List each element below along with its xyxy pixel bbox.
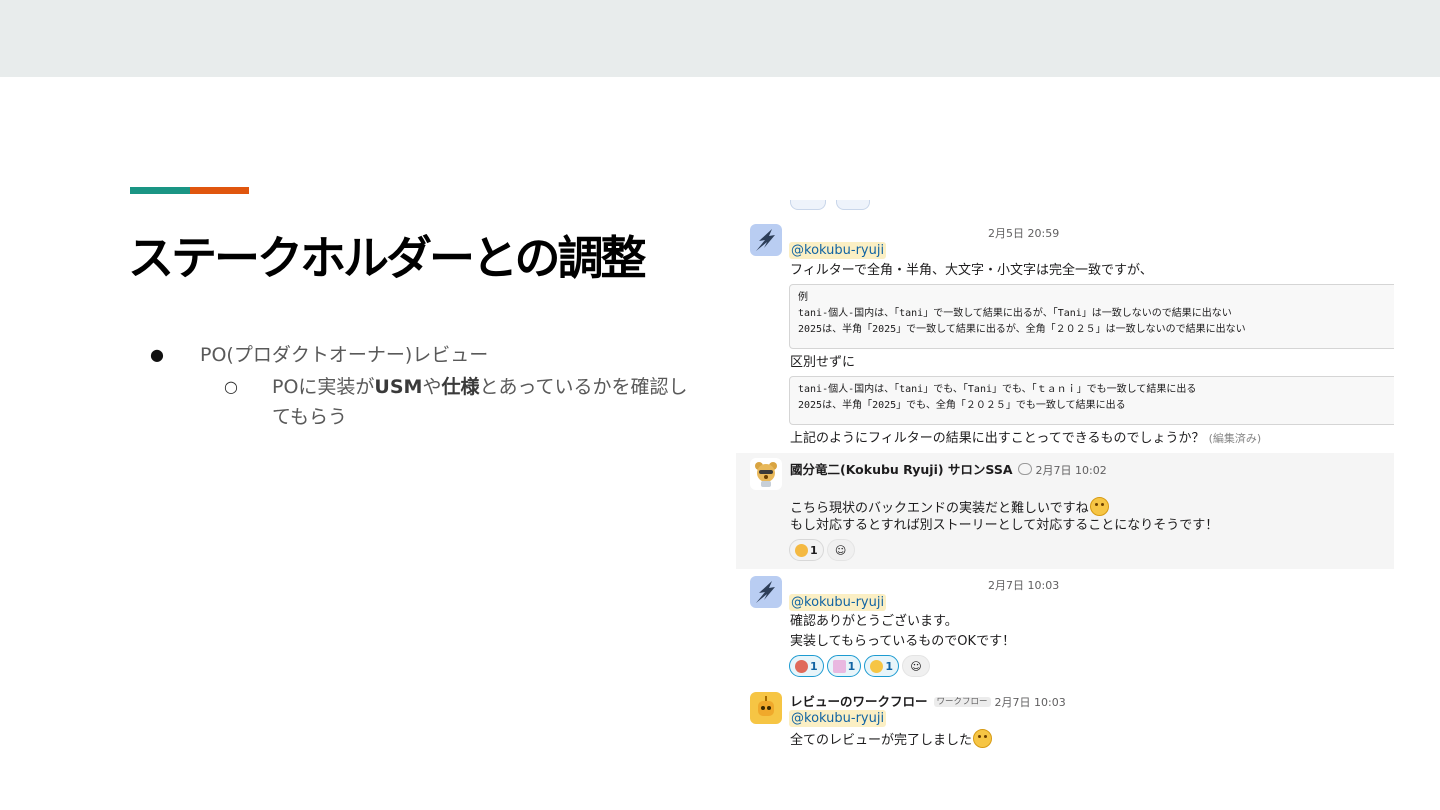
reaction-count: 1: [810, 659, 818, 673]
user-mention[interactable]: @kokubu-ryuji: [789, 242, 887, 259]
message-text: フィルターで全角・半角、大文字・小文字は完全一致ですが、: [790, 263, 1153, 278]
code-line: 2025は、半角「2025」で一致して結果に出るが、全角「２０２５」は一致しない…: [798, 324, 1246, 335]
message-text: 上記のようにフィルターの結果に出すことってできるものでしょうか？ (編集済み): [790, 430, 1261, 448]
code-block: 例 tani-個人-国内は、「tani」で一致して結果に出るが、「Tani」は一…: [789, 284, 1394, 349]
sub-bullet-text-part: POに実装が: [272, 376, 375, 398]
message-text: こちら現状のバックエンドの実装だと難しいですね: [790, 497, 1109, 518]
message-author[interactable]: 國分竜二(Kokubu Ryuji) サロンSSA 2月7日 10:02: [790, 459, 1107, 478]
message-text: 確認ありがとうございます。: [790, 614, 958, 629]
sub-bullet-text-part: や: [422, 376, 442, 398]
message-author[interactable]: レビューのワークフロー ワークフロー 2月7日 10:03: [790, 691, 1066, 710]
reaction-count: 1: [847, 659, 856, 673]
bullet-dot-icon: ●: [150, 345, 164, 364]
author-name[interactable]: 國分竜二(Kokubu Ryuji) サロンSSA: [790, 462, 1013, 477]
user-avatar[interactable]: [750, 576, 782, 608]
workflow-tag: ワークフロー: [933, 697, 991, 707]
message-text: 実装してもらっているものでOKです！: [790, 634, 1016, 649]
edited-label: (編集済み): [1208, 432, 1262, 445]
message-timestamp[interactable]: 2月7日 10:02: [1036, 464, 1107, 477]
code-line: 例: [798, 292, 808, 303]
add-reaction-button[interactable]: ☺: [901, 655, 930, 677]
code-block: tani-個人-国内は、「tani」でも、「Tani」でも、「ｔａｎｉ」でも一致…: [789, 376, 1394, 425]
message-text: 区別せずに: [790, 355, 856, 370]
reaction-bar: 1 ☺: [789, 539, 855, 561]
sub-bullet-bold-spec: 仕様: [441, 376, 480, 398]
cut-off-reaction: [790, 200, 826, 210]
title-accent-orange: [190, 187, 249, 194]
bow-emoji-icon: [795, 659, 808, 673]
code-line: tani-個人-国内は、「tani」でも、「Tani」でも、「ｔａｎｉ」でも一致…: [798, 384, 1197, 395]
title-accent-teal: [130, 187, 190, 194]
add-reaction-icon: ☺: [834, 543, 847, 557]
sweat-smile-emoji-icon: [1089, 497, 1109, 516]
message-timestamp[interactable]: 2月7日 10:03: [995, 696, 1066, 709]
add-reaction-button[interactable]: ☺: [826, 539, 855, 561]
message-timestamp[interactable]: 2月5日 20:59: [988, 225, 1059, 241]
message-text: もし対応するとすれば別ストーリーとして対応することになりそうです！: [790, 518, 1219, 533]
slide-title: ステークホルダーとの調整: [128, 231, 647, 285]
workflow-bot-avatar[interactable]: [750, 692, 782, 724]
message-text-part: こちら現状のバックエンドの実装だと難しいですね: [790, 501, 1089, 516]
user-mention[interactable]: @kokubu-ryuji: [789, 594, 887, 611]
relieved-emoji-icon: [973, 729, 993, 748]
smile-emoji-icon: [870, 659, 884, 673]
top-header-band: [0, 0, 1440, 77]
add-reaction-icon: ☺: [910, 659, 922, 673]
point-left-emoji-icon: [795, 543, 808, 557]
user-mention[interactable]: @kokubu-ryuji: [789, 710, 887, 727]
acknowledged-emoji-icon: [832, 659, 846, 673]
code-line: tani-個人-国内は、「tani」で一致して結果に出るが、「Tani」は一致し…: [798, 308, 1232, 319]
reaction-smile[interactable]: 1: [864, 655, 899, 677]
status-bubble-icon: [1017, 463, 1032, 475]
bullet-circle-icon: ○: [224, 377, 238, 396]
slack-thread-screenshot: 2月5日 20:59 @kokubu-ryuji フィルターで全角・半角、大文字…: [736, 200, 1394, 760]
sub-bullet-bold-usm: USM: [374, 376, 423, 398]
reaction-bow[interactable]: 1: [789, 655, 824, 677]
message-text-part: 上記のようにフィルターの結果に出すことってできるものでしょうか？: [790, 431, 1205, 446]
author-name[interactable]: レビューのワークフロー: [790, 694, 928, 709]
sub-bullet-item: ○ POに実装がUSMや仕様とあっているかを確認してもらう: [224, 372, 692, 432]
user-avatar[interactable]: [750, 458, 782, 490]
bullet-list: ● PO(プロダクトオーナー)レビュー ○ POに実装がUSMや仕様とあっている…: [150, 340, 710, 432]
message-text-part: 全てのレビューが完了しました: [790, 733, 973, 748]
bullet-text: PO(プロダクトオーナー)レビュー: [200, 344, 489, 366]
reaction-bar: 1 1 1 ☺: [789, 655, 930, 677]
reaction-point-left[interactable]: 1: [789, 539, 824, 561]
message-text: 全てのレビューが完了しました: [790, 729, 993, 750]
message-timestamp[interactable]: 2月7日 10:03: [988, 577, 1059, 593]
code-line: 2025は、半角「2025」でも、全角「２０２５」でも一致して結果に出る: [798, 400, 1126, 411]
reaction-count: 1: [885, 659, 893, 673]
reaction-acknowledged[interactable]: 1: [826, 655, 862, 677]
reaction-count: 1: [810, 543, 818, 557]
bullet-item: ● PO(プロダクトオーナー)レビュー: [150, 340, 710, 370]
user-avatar[interactable]: [750, 224, 782, 256]
cut-off-reaction: [836, 200, 870, 210]
